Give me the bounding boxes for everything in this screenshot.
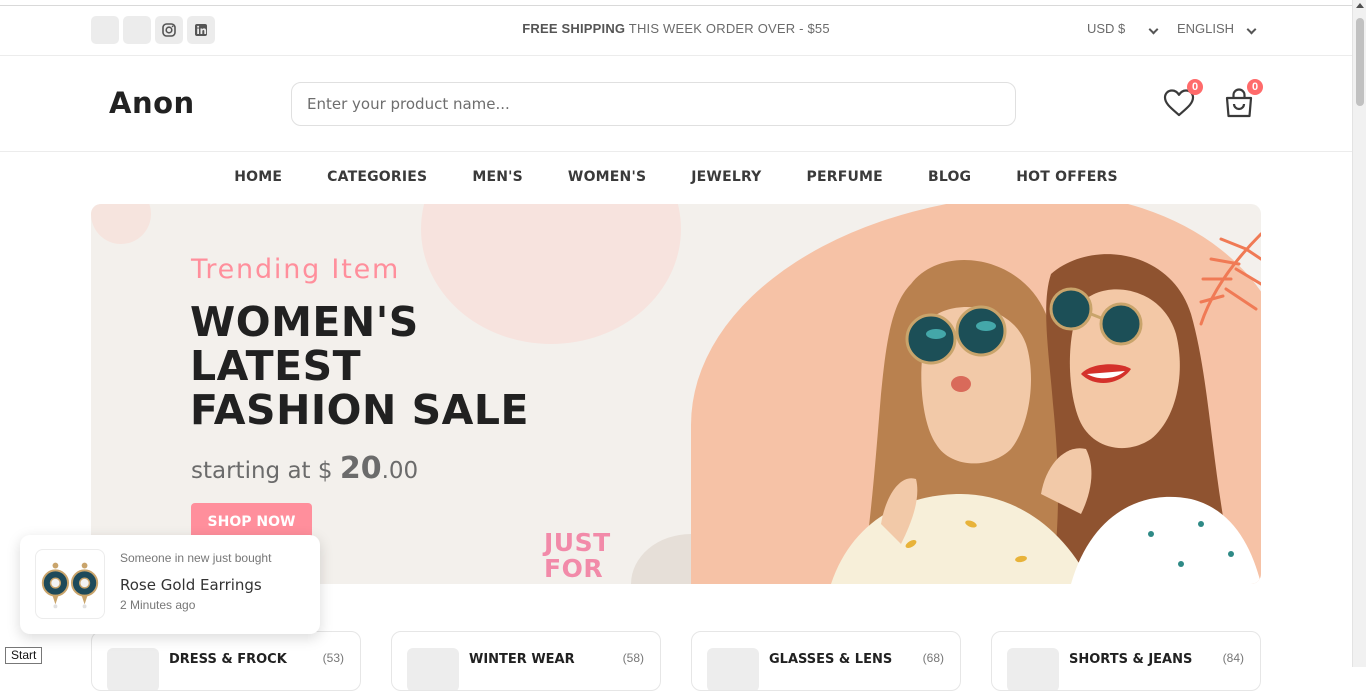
- purchase-notification-toast[interactable]: Someone in new just bought Rose Gold Ear…: [20, 535, 320, 634]
- toast-product-name[interactable]: Rose Gold Earrings: [120, 576, 262, 594]
- nav-womens[interactable]: WOMEN'S: [568, 169, 646, 203]
- nav-jewelry[interactable]: JEWELRY: [691, 169, 761, 203]
- earrings-icon: [41, 562, 99, 609]
- toast-subtitle: Someone in new just bought: [120, 551, 272, 565]
- hero-models-image: [831, 232, 1261, 584]
- banner-title-line: LATEST: [190, 342, 362, 390]
- banner-title-line: FASHION SALE: [190, 386, 529, 434]
- category-thumbnail: [107, 648, 159, 690]
- category-thumbnail: [707, 648, 759, 690]
- shipping-text: THIS WEEK ORDER OVER - $55: [625, 21, 830, 36]
- category-card[interactable]: DRESS & FROCK (53): [91, 631, 361, 691]
- category-count: (68): [922, 651, 944, 665]
- nav-mens[interactable]: MEN'S: [472, 169, 523, 203]
- main-nav: HOME CATEGORIES MEN'S WOMEN'S JEWELRY PE…: [0, 153, 1352, 203]
- page-scrollbar[interactable]: [1352, 0, 1366, 667]
- search-box: [291, 82, 1016, 126]
- language-value: ENGLISH: [1177, 21, 1235, 36]
- category-name: GLASSES & LENS: [769, 652, 893, 667]
- category-card[interactable]: SHORTS & JEANS (84): [991, 631, 1261, 691]
- header-main: Anon 0 0: [0, 56, 1352, 152]
- hero-banner: Trending Item WOMEN'S LATEST FASHION SAL…: [91, 204, 1261, 584]
- currency-select[interactable]: USD $: [1087, 21, 1125, 36]
- nav-categories[interactable]: CATEGORIES: [327, 169, 427, 203]
- toast-time: 2 Minutes ago: [120, 598, 196, 612]
- nav-hot-offers[interactable]: HOT OFFERS: [1016, 169, 1118, 203]
- cart-button[interactable]: 0: [1221, 79, 1263, 121]
- scroll-thumb[interactable]: [1356, 18, 1364, 106]
- language-select[interactable]: ENGLISH: [1177, 21, 1234, 36]
- category-count: (53): [322, 651, 344, 665]
- category-name: WINTER WEAR: [469, 652, 575, 667]
- shipping-bold: FREE SHIPPING: [522, 21, 626, 36]
- scroll-up-arrow-icon[interactable]: [1356, 3, 1364, 8]
- start-label[interactable]: Start: [5, 647, 43, 664]
- nav-perfume[interactable]: PERFUME: [807, 169, 883, 203]
- banner-stamp: JUST FOR: [544, 530, 611, 582]
- decor-blob: [91, 204, 151, 244]
- banner-price: starting at $ 20.00: [191, 451, 418, 486]
- category-card[interactable]: GLASSES & LENS (68): [691, 631, 961, 691]
- category-card[interactable]: WINTER WEAR (58): [391, 631, 661, 691]
- cart-count-badge: 0: [1247, 79, 1263, 95]
- price-cents: .00: [381, 458, 419, 484]
- banner-title: WOMEN'S LATEST FASHION SALE: [190, 300, 550, 432]
- category-name: SHORTS & JEANS: [1069, 652, 1193, 667]
- search-input[interactable]: [292, 83, 1015, 125]
- category-thumbnail: [1007, 648, 1059, 690]
- nav-blog[interactable]: BLOG: [928, 169, 971, 203]
- banner-subtitle: Trending Item: [191, 254, 401, 285]
- wishlist-button[interactable]: 0: [1161, 79, 1203, 121]
- stamp-line: FOR: [544, 554, 604, 583]
- stamp-line: JUST: [544, 528, 611, 557]
- site-logo[interactable]: Anon: [109, 86, 195, 120]
- currency-value: USD $: [1087, 21, 1126, 36]
- category-name: DRESS & FROCK: [169, 652, 287, 667]
- category-count: (58): [622, 651, 644, 665]
- wishlist-count-badge: 0: [1187, 79, 1203, 95]
- nav-home[interactable]: HOME: [234, 169, 282, 203]
- category-count: (84): [1222, 651, 1244, 665]
- banner-title-line: WOMEN'S: [190, 298, 419, 346]
- price-prefix: starting at $: [191, 458, 340, 484]
- product-thumbnail: [35, 549, 105, 619]
- header-top-bar: FREE SHIPPING THIS WEEK ORDER OVER - $55…: [0, 6, 1352, 56]
- price-amount: 20: [339, 451, 382, 486]
- category-thumbnail: [407, 648, 459, 690]
